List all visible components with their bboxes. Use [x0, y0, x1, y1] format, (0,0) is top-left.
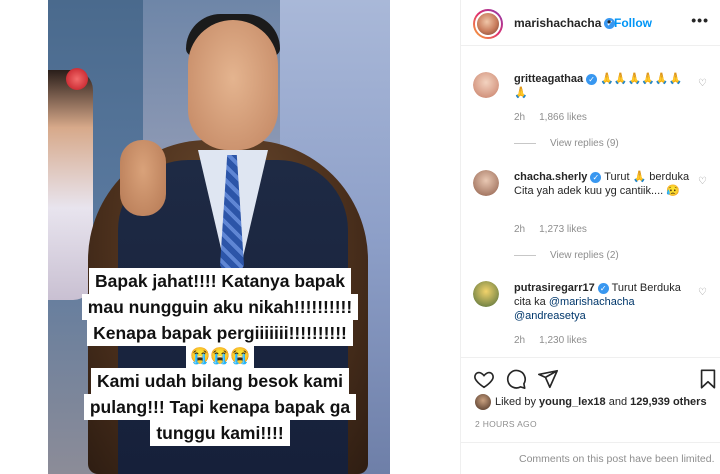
comment-text: gritteagathaa ✓ 🙏🙏🙏🙏🙏🙏🙏: [514, 72, 694, 100]
view-replies-label[interactable]: View replies (9): [550, 138, 619, 149]
caption-line: Kenapa bapak pergiiiiiii!!!!!!!!!!: [87, 320, 353, 346]
story-caption: Bapak jahat!!!! Katanya bapak mau nunggu…: [50, 268, 390, 446]
verified-badge-icon: ✓: [597, 282, 609, 294]
owner-username-wrap[interactable]: marishachacha ✓: [514, 16, 616, 30]
comment-meta: 2h 1,273 likes: [514, 224, 601, 235]
owner-avatar[interactable]: [473, 9, 503, 39]
comment-username[interactable]: chacha.sherly: [514, 171, 587, 183]
comment-username[interactable]: putrasiregarr17: [514, 282, 595, 294]
photo-face: [188, 20, 278, 150]
post-sidebar: marishachacha ✓ • Follow ••• gritteagatha…: [460, 0, 720, 474]
post-timestamp[interactable]: 2 HOURS AGO: [475, 419, 537, 429]
view-replies-label[interactable]: View replies (2): [550, 250, 619, 261]
comment-likes[interactable]: 1,273 likes: [539, 224, 587, 235]
comment-time: 2h: [514, 112, 526, 123]
owner-username[interactable]: marishachacha: [514, 16, 601, 30]
post-media[interactable]: Bapak jahat!!!! Katanya bapak mau nunggu…: [0, 0, 460, 474]
verified-badge-icon: ✓: [590, 171, 602, 183]
comment-avatar[interactable]: [473, 170, 499, 196]
caption-line: Kami udah bilang besok kami: [90, 368, 350, 394]
comment-text: putrasiregarr17 ✓ Turut Berduka cita ka @…: [514, 281, 694, 323]
bookmark-icon[interactable]: [697, 368, 719, 390]
view-replies-button[interactable]: View replies (9): [514, 138, 619, 149]
caption-line: pulang!!! Tapi kenapa bapak ga: [83, 394, 357, 420]
liker-username[interactable]: young_lex18: [539, 396, 606, 408]
comment-like-heart-icon[interactable]: ♡: [698, 287, 707, 298]
more-options-button[interactable]: •••: [691, 12, 709, 28]
caption-line: Bapak jahat!!!! Katanya bapak: [89, 268, 351, 294]
comment-avatar[interactable]: [473, 281, 499, 307]
comment-like-heart-icon[interactable]: ♡: [698, 176, 707, 187]
photo-hair-flower: [66, 68, 88, 90]
comment-username[interactable]: gritteagathaa: [514, 73, 583, 85]
comment-avatar[interactable]: [473, 72, 499, 98]
heart-icon[interactable]: [473, 368, 495, 390]
comment-meta: 2h 1,866 likes: [514, 112, 601, 123]
comment-mention[interactable]: @marishachacha: [549, 296, 635, 308]
likes-count[interactable]: 129,939 others: [630, 396, 706, 408]
comment-time: 2h: [514, 335, 526, 346]
comments-list[interactable]: gritteagathaa ✓ 🙏🙏🙏🙏🙏🙏🙏 ♡ 2h 1,866 likes V…: [461, 47, 720, 357]
liked-middle: and: [605, 396, 631, 408]
comment-likes[interactable]: 1,230 likes: [539, 335, 587, 346]
comment-likes[interactable]: 1,866 likes: [539, 112, 587, 123]
verified-badge-icon: ✓: [586, 73, 598, 85]
liked-by-text: Liked by young_lex18 and 129,939 others: [495, 396, 707, 408]
replies-divider: [514, 254, 536, 256]
comment-mention[interactable]: @andreasetya: [514, 310, 586, 322]
comment-time: 2h: [514, 224, 526, 235]
comment-like-heart-icon[interactable]: ♡: [698, 78, 707, 89]
follow-button[interactable]: Follow: [614, 16, 652, 30]
caption-line: mau nungguin aku nikah!!!!!!!!!!: [81, 294, 359, 320]
share-icon[interactable]: [537, 368, 559, 390]
comment-text: chacha.sherly ✓ Turut 🙏 berduka Cita yah …: [514, 170, 694, 198]
photo-thumbs-up-hand: [120, 140, 166, 216]
photo-child-figure: [48, 70, 93, 300]
replies-divider: [514, 142, 536, 144]
comment-meta: 2h 1,230 likes: [514, 335, 601, 346]
view-replies-button[interactable]: View replies (2): [514, 250, 619, 261]
header-separator: •: [607, 15, 612, 29]
comments-limited-notice: Comments on this post have been limited.: [461, 442, 720, 474]
post-header: marishachacha ✓ • Follow •••: [461, 0, 720, 46]
comment-icon[interactable]: [505, 368, 527, 390]
liker-avatar[interactable]: [475, 394, 491, 410]
action-bar: [461, 357, 720, 397]
caption-emoji-line: 😭😭😭: [186, 346, 254, 368]
liked-prefix: Liked by: [495, 396, 540, 408]
caption-line: tunggu kami!!!!: [150, 420, 290, 446]
